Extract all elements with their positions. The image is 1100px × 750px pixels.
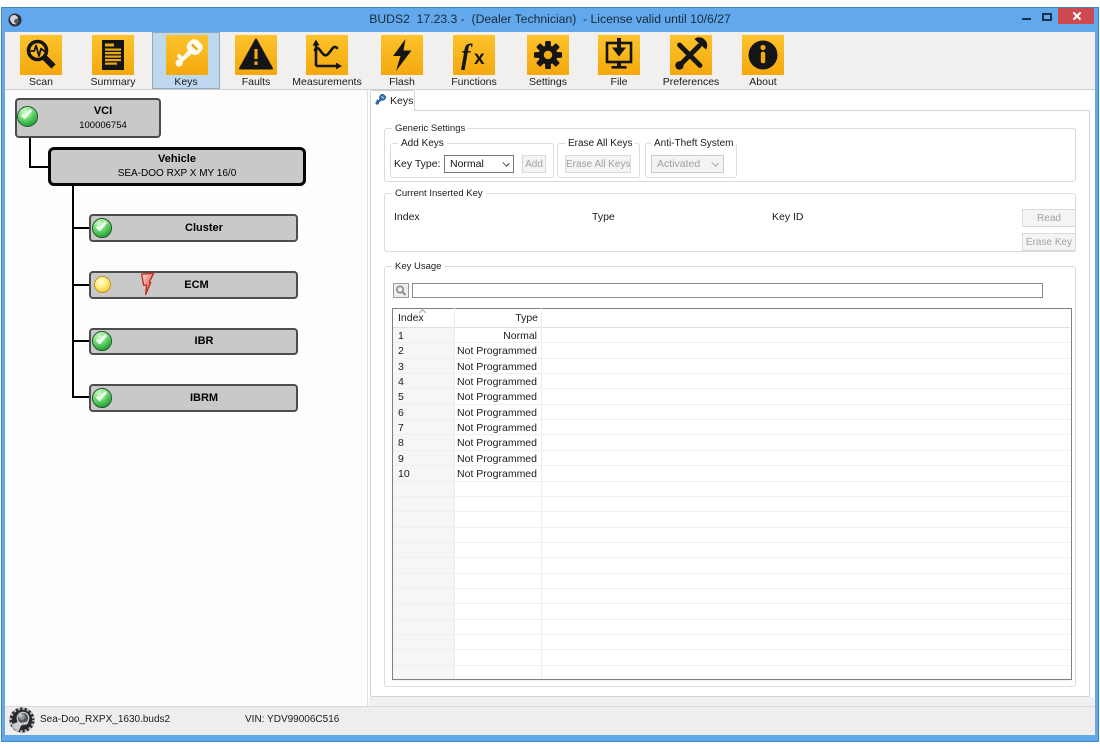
svg-text:x: x <box>474 48 485 69</box>
